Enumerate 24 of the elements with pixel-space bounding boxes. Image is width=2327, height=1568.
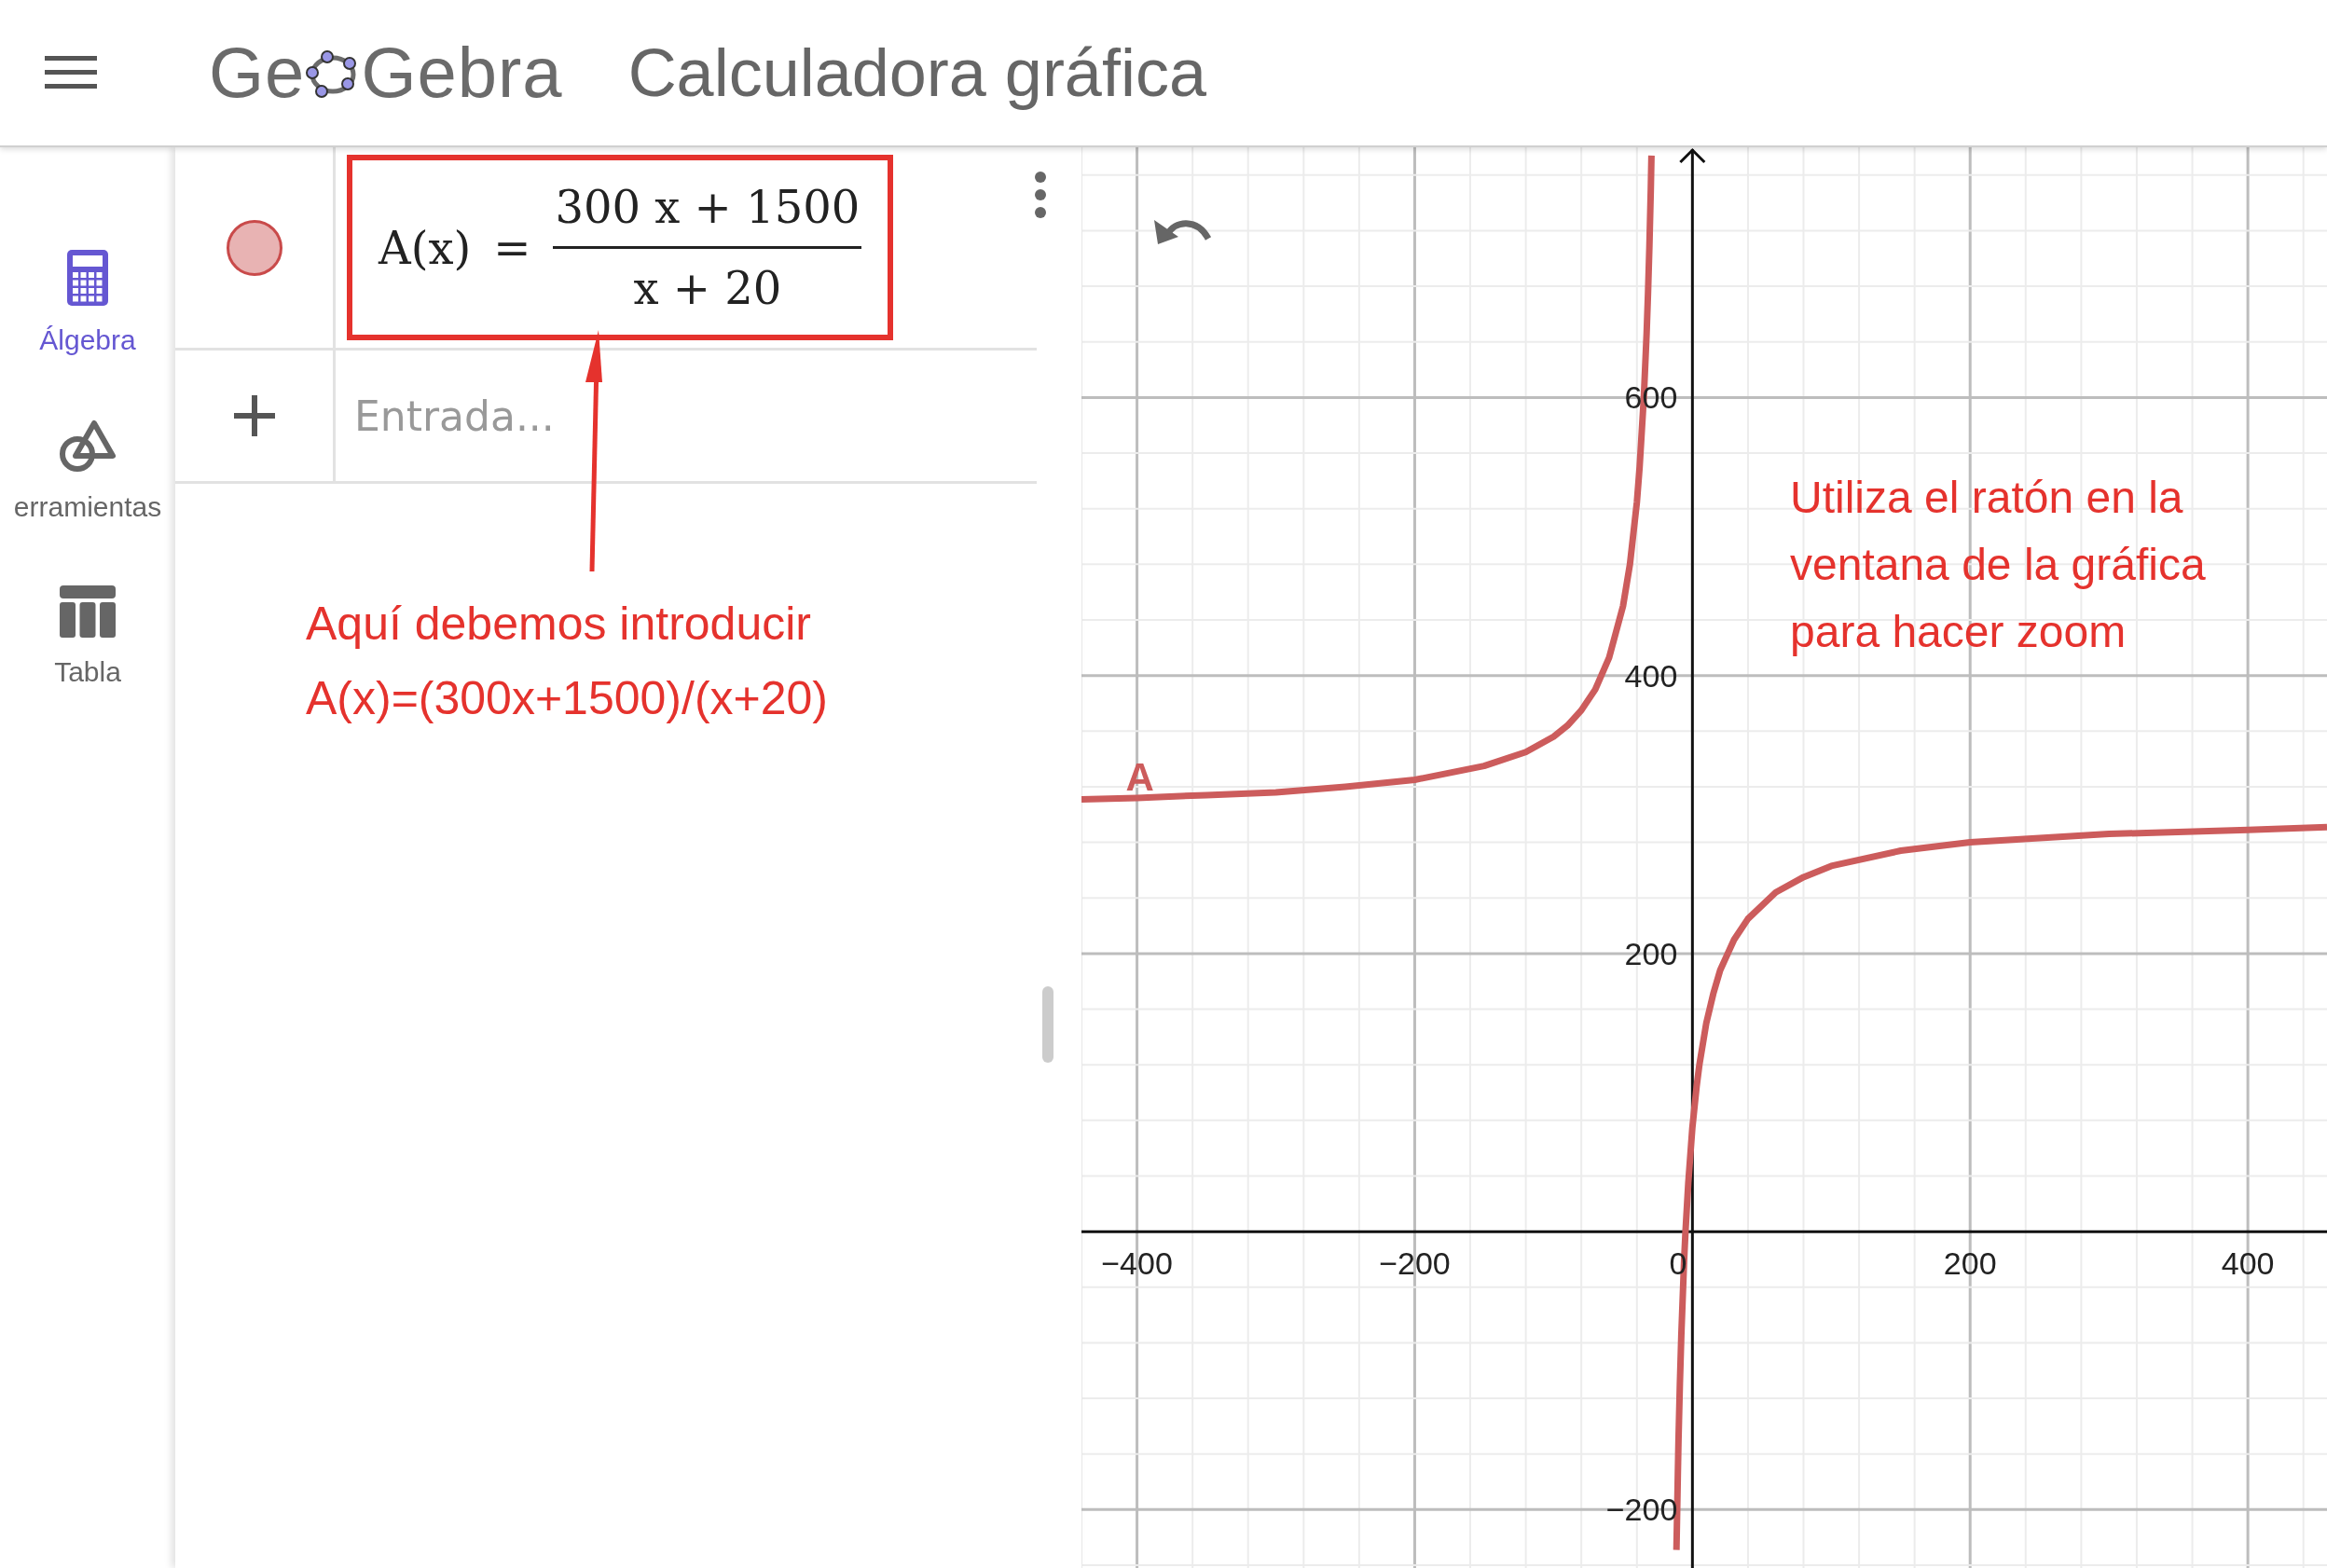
annotation-text: Utiliza el ratón en la ventana de la gráfica para hacer zoom bbox=[1790, 472, 2206, 658]
sidebar-tab[interactable]: Álgebra bbox=[0, 250, 175, 361]
sidebar-tab[interactable]: Tabla bbox=[0, 585, 175, 693]
axis-label: −400 bbox=[1101, 1245, 1173, 1282]
axis-label: 400 bbox=[1624, 657, 1678, 694]
shapes-icon bbox=[59, 419, 117, 473]
logo-text: Gebra bbox=[361, 37, 563, 108]
annotation-text: Aquí debemos introducir A(x)=(300x+1500)/(x+20) bbox=[306, 597, 829, 726]
logo-text: Ge bbox=[209, 37, 306, 108]
table-icon bbox=[60, 585, 116, 638]
scroll-handle[interactable] bbox=[1042, 986, 1053, 1063]
calculator-icon bbox=[67, 250, 108, 306]
formula-text: = bbox=[493, 220, 531, 276]
formula-numerator: 300 x + 1500 bbox=[553, 173, 862, 249]
axis-label: 200 bbox=[1624, 935, 1678, 971]
formula-denominator: x + 20 bbox=[633, 261, 782, 316]
axis-label: 200 bbox=[1943, 1245, 1997, 1282]
axis-label: 400 bbox=[2221, 1245, 2275, 1282]
formula-text: A(x) bbox=[379, 220, 472, 276]
sidebar-tab[interactable]: erramientas bbox=[0, 419, 175, 528]
menu-icon[interactable] bbox=[45, 54, 97, 91]
plus-icon[interactable] bbox=[233, 395, 275, 436]
curve-label: A bbox=[1125, 754, 1154, 799]
axis-label: −200 bbox=[1379, 1245, 1451, 1282]
